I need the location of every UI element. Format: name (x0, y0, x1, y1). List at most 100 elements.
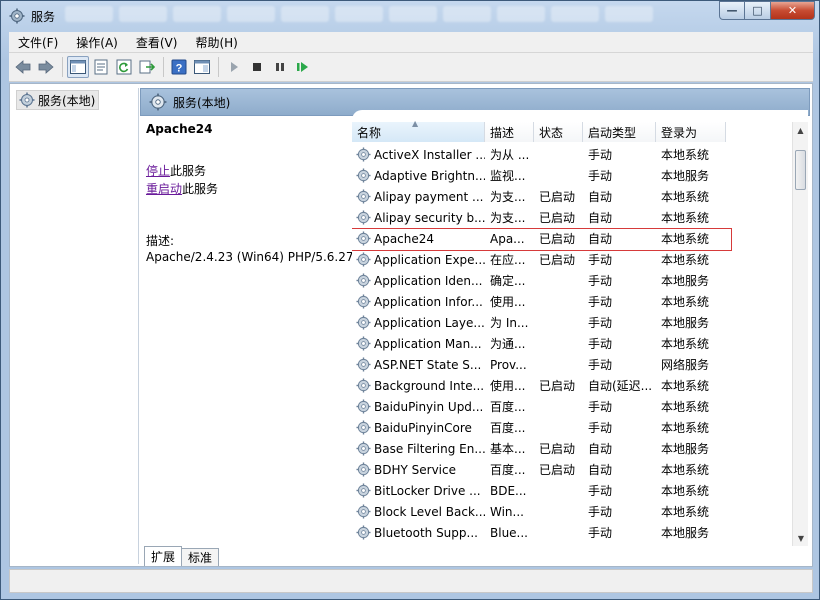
list-header: ▲ 名称 描述 状态 启动类型 登录为 (352, 119, 798, 142)
refresh-icon[interactable] (113, 56, 135, 78)
maximize-button[interactable]: □ (745, 1, 771, 20)
table-row[interactable]: Alipay security b... 为支... 已启动 自动 本地系统 (352, 207, 798, 228)
table-row[interactable]: BaiduPinyinCore 百度... 手动 本地系统 (352, 417, 798, 438)
table-row[interactable]: Base Filtering En... 基本... 已启动 自动 本地服务 (352, 438, 798, 459)
table-row[interactable]: BaiduPinyin Upd... 百度... 手动 本地系统 (352, 396, 798, 417)
cell-name: Application Iden... (352, 273, 485, 288)
service-gear-icon (356, 210, 371, 225)
cell-logon-as: 本地系统 (661, 484, 710, 498)
column-label: 登录为 (661, 125, 698, 140)
toolbar-separator (163, 57, 164, 77)
tab-extended[interactable]: 扩展 (144, 546, 183, 566)
help-icon[interactable]: ? (168, 56, 190, 78)
svg-text:?: ? (176, 63, 183, 75)
table-row[interactable]: BDHY Service 百度... 已启动 自动 本地系统 (352, 459, 798, 480)
cell-logon-as: 本地系统 (661, 211, 710, 225)
table-row[interactable]: Apache24 Apa... 已启动 自动 本地系统 (352, 228, 798, 251)
table-row[interactable]: Application Infor... 使用... 手动 本地系统 (352, 291, 798, 312)
column-header-name[interactable]: ▲ 名称 (352, 119, 485, 142)
cell-name: BitLocker Drive ... (352, 483, 485, 498)
cell-logon-as: 本地系统 (661, 505, 710, 519)
cell-name: ActiveX Installer ... (352, 147, 485, 162)
cell-logon-as: 本地系统 (661, 232, 710, 246)
restart-service-link[interactable]: 重启动 (146, 182, 182, 196)
cell-startup-type: 手动 (588, 316, 613, 330)
column-header-logon-as[interactable]: 登录为 (656, 122, 726, 142)
service-gear-icon (356, 231, 371, 246)
cell-logon-as: 本地系统 (661, 253, 710, 267)
title-bar[interactable]: 服务 — □ ✕ (1, 1, 819, 31)
table-row[interactable]: Application Man... 为通... 手动 本地系统 (352, 333, 798, 354)
pause-service-icon[interactable] (269, 56, 291, 78)
service-name: Alipay payment ... (374, 189, 484, 204)
table-row[interactable]: Alipay payment ... 为支... 已启动 自动 本地系统 (352, 186, 798, 207)
stop-service-icon[interactable] (246, 56, 268, 78)
cell-logon-as: 本地服务 (661, 316, 710, 330)
properties-icon[interactable] (90, 56, 112, 78)
cell-logon-as: 本地系统 (661, 463, 710, 477)
description-label: 描述: (146, 234, 175, 248)
cell-name: Bluetooth Supp... (352, 525, 485, 540)
service-gear-icon (356, 420, 371, 435)
table-row[interactable]: Application Expe... 在应... 已启动 手动 本地系统 (352, 249, 798, 270)
view-tabs: 扩展 标准 (144, 546, 220, 566)
list-rows: ActiveX Installer ... 为从 ... 手动 本地系统 Adaptiv… (352, 144, 798, 543)
cell-description: 为支... (490, 190, 526, 204)
sort-ascending-icon: ▲ (412, 119, 419, 128)
menu-view[interactable]: 查看(V) (127, 34, 187, 51)
cell-name: Application Laye... (352, 315, 485, 330)
scrollbar-thumb[interactable] (795, 150, 806, 190)
scroll-down-arrow-icon[interactable]: ▼ (793, 530, 808, 546)
service-gear-icon (356, 336, 371, 351)
table-row[interactable]: ActiveX Installer ... 为从 ... 手动 本地系统 (352, 144, 798, 165)
table-row[interactable]: Application Iden... 确定... 手动 本地服务 (352, 270, 798, 291)
table-row[interactable]: Block Level Back... Win... 手动 本地系统 (352, 501, 798, 522)
cell-description: 使用... (490, 379, 526, 393)
column-header-status[interactable]: 状态 (534, 122, 583, 142)
close-button[interactable]: ✕ (771, 1, 815, 20)
restart-service-icon[interactable] (292, 56, 314, 78)
vertical-scrollbar[interactable]: ▲ ▼ (792, 122, 808, 546)
restart-service-suffix: 此服务 (182, 182, 219, 196)
tree-item-services-local[interactable]: 服务(本地) (16, 90, 100, 110)
table-row[interactable]: Adaptive Brightn... 监视... 手动 本地服务 (352, 165, 798, 186)
service-gear-icon (356, 273, 371, 288)
table-row[interactable]: Application Laye... 为 In... 手动 本地服务 (352, 312, 798, 333)
console-tree-icon[interactable] (67, 56, 89, 78)
show-hide-icon[interactable] (191, 56, 213, 78)
cell-logon-as: 本地系统 (661, 148, 710, 162)
pane-title: 服务(本地) (173, 95, 231, 110)
column-header-startup-type[interactable]: 启动类型 (583, 122, 656, 142)
cell-logon-as: 本地服务 (661, 169, 710, 183)
cell-startup-type: 自动 (588, 442, 613, 456)
forward-arrow-icon[interactable] (35, 56, 57, 78)
start-service-icon[interactable] (223, 56, 245, 78)
service-name: Application Laye... (374, 315, 485, 330)
menu-action[interactable]: 操作(A) (67, 34, 127, 51)
table-row[interactable]: Bluetooth Supp... Blue... 手动 本地服务 (352, 522, 798, 543)
table-row[interactable]: ASP.NET State S... Prov... 手动 网络服务 (352, 354, 798, 375)
export-list-icon[interactable] (136, 56, 158, 78)
service-name: Adaptive Brightn... (374, 168, 485, 183)
tab-standard[interactable]: 标准 (181, 548, 220, 566)
cell-startup-type: 手动 (588, 421, 613, 435)
cell-name: Alipay payment ... (352, 189, 485, 204)
cell-description: BDE... (490, 483, 527, 498)
service-gear-icon (356, 252, 371, 267)
menu-help[interactable]: 帮助(H) (186, 34, 246, 51)
toolbar-separator (62, 57, 63, 77)
column-header-description[interactable]: 描述 (485, 122, 534, 142)
table-row[interactable]: BitLocker Drive ... BDE... 手动 本地系统 (352, 480, 798, 501)
cell-startup-type: 自动(延迟... (588, 379, 653, 393)
minimize-button[interactable]: — (719, 1, 745, 20)
toolbar: ? (9, 53, 813, 82)
cell-description: 在应... (490, 253, 526, 267)
services-pane: 服务(本地) Apache24 停止此服务 重启动此服务 描述: Apache/… (140, 88, 810, 564)
column-label: 启动类型 (588, 125, 637, 140)
menu-file[interactable]: 文件(F) (9, 34, 67, 51)
stop-service-link[interactable]: 停止 (146, 164, 170, 178)
back-arrow-icon[interactable] (12, 56, 34, 78)
table-row[interactable]: Background Inte... 使用... 已启动 自动(延迟... 本地系统 (352, 375, 798, 396)
services-window: 服务 — □ ✕ 文件(F) 操作(A) 查看(V) 帮助(H) ? 服务(本地… (0, 0, 820, 600)
scroll-up-arrow-icon[interactable]: ▲ (793, 122, 808, 138)
